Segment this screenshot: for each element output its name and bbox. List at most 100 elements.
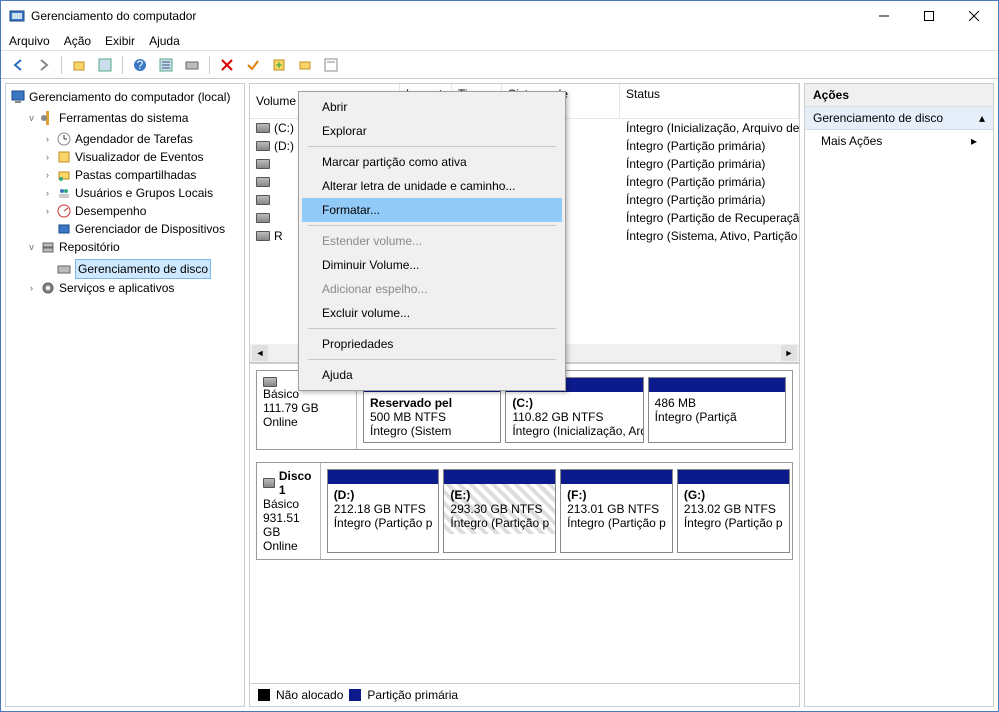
check-button[interactable] [242, 54, 264, 76]
delete-button[interactable] [216, 54, 238, 76]
actions-title: Ações [805, 84, 993, 107]
forward-button[interactable] [33, 54, 55, 76]
volume-icon [256, 141, 270, 151]
menu-item[interactable]: Marcar partição como ativa [302, 150, 562, 174]
partition-stripe [328, 470, 439, 484]
menu-help[interactable]: Ajuda [149, 34, 180, 48]
disk-icon [263, 377, 277, 387]
maximize-button[interactable] [906, 2, 951, 30]
nav-tree[interactable]: Gerenciamento do computador (local) v Fe… [5, 83, 245, 707]
tree-group-tools[interactable]: Ferramentas do sistema [59, 109, 188, 127]
close-button[interactable] [951, 2, 996, 30]
menu-bar: Arquivo Ação Exibir Ajuda [1, 31, 998, 51]
minimize-button[interactable] [861, 2, 906, 30]
services-icon [40, 280, 56, 296]
title-bar: Gerenciamento do computador [1, 1, 998, 31]
menu-file[interactable]: Arquivo [9, 34, 50, 48]
scan-button[interactable] [294, 54, 316, 76]
tree-root[interactable]: Gerenciamento do computador (local) [29, 88, 230, 106]
menu-item[interactable]: Formatar... [302, 198, 562, 222]
disk-icon[interactable] [181, 54, 203, 76]
tree-item[interactable]: Visualizador de Eventos [75, 148, 204, 166]
menu-separator [308, 225, 556, 226]
legend-primary: Partição primária [367, 688, 458, 702]
partition[interactable]: (G:)213.02 GB NTFSÍntegro (Partição p [677, 469, 790, 553]
collapse-icon: ▴ [979, 111, 985, 125]
expand-icon[interactable]: › [42, 170, 53, 181]
eventviewer-icon [56, 149, 72, 165]
disk-header: Disco 1 Básico931.51 GBOnline [257, 463, 321, 559]
svg-text:?: ? [137, 58, 144, 72]
menu-separator [308, 328, 556, 329]
partition[interactable]: (F:)213.01 GB NTFSÍntegro (Partição p [560, 469, 673, 553]
actions-more[interactable]: Mais Ações ▸ [805, 130, 993, 152]
disk-icon [263, 478, 275, 488]
col-status[interactable]: Status [620, 84, 799, 118]
volume-icon [256, 213, 270, 223]
view-button[interactable] [94, 54, 116, 76]
legend-unalloc: Não alocado [276, 688, 343, 702]
up-button[interactable] [68, 54, 90, 76]
legend-swatch-unalloc [258, 689, 270, 701]
users-icon [56, 185, 72, 201]
actions-panel: Ações Gerenciamento de disco ▴ Mais Açõe… [804, 83, 994, 707]
menu-item[interactable]: Diminuir Volume... [302, 253, 562, 277]
properties-button[interactable] [320, 54, 342, 76]
partition[interactable]: 486 MBÍntegro (Partiçã [648, 377, 786, 443]
tree-group-services[interactable]: Serviços e aplicativos [59, 279, 174, 297]
collapse-icon[interactable]: v [26, 113, 37, 124]
scheduler-icon [56, 131, 72, 147]
actions-section[interactable]: Gerenciamento de disco ▴ [805, 107, 993, 130]
menu-item[interactable]: Ajuda [302, 363, 562, 387]
expand-icon[interactable]: › [26, 283, 37, 294]
scroll-right-icon[interactable]: ► [781, 345, 797, 361]
refresh-button[interactable] [268, 54, 290, 76]
expand-icon[interactable]: › [42, 152, 53, 163]
device-icon [56, 221, 72, 237]
volume-icon [256, 159, 270, 169]
menu-separator [308, 146, 556, 147]
partition-stripe [678, 470, 789, 484]
expand-icon[interactable]: › [42, 134, 53, 145]
tree-group-storage[interactable]: Repositório [59, 238, 120, 256]
tree-item[interactable]: Pastas compartilhadas [75, 166, 196, 184]
app-icon [9, 8, 25, 24]
perf-icon [56, 203, 72, 219]
help-button[interactable]: ? [129, 54, 151, 76]
storage-icon [40, 239, 56, 255]
context-menu[interactable]: AbrirExplorarMarcar partição como ativaA… [298, 91, 566, 391]
tree-item[interactable]: Agendador de Tarefas [75, 130, 193, 148]
menu-action[interactable]: Ação [64, 34, 91, 48]
menu-item[interactable]: Explorar [302, 119, 562, 143]
scroll-left-icon[interactable]: ◄ [252, 345, 268, 361]
list-button[interactable] [155, 54, 177, 76]
collapse-icon[interactable]: v [26, 242, 37, 253]
menu-item[interactable]: Abrir [302, 95, 562, 119]
partition-stripe [444, 470, 555, 484]
partition-stripe [561, 470, 672, 484]
menu-item: Adicionar espelho... [302, 277, 562, 301]
partition[interactable]: (D:)212.18 GB NTFSÍntegro (Partição p [327, 469, 440, 553]
tree-item[interactable]: Gerenciador de Dispositivos [75, 220, 225, 238]
expand-icon[interactable]: › [42, 206, 53, 217]
expand-icon[interactable]: › [42, 188, 53, 199]
tree-item-diskmgmt[interactable]: Gerenciamento de disco [75, 259, 211, 279]
computer-icon [10, 89, 26, 105]
menu-view[interactable]: Exibir [105, 34, 135, 48]
menu-item[interactable]: Propriedades [302, 332, 562, 356]
tree-item[interactable]: Usuários e Grupos Locais [75, 184, 213, 202]
tree-item[interactable]: Desempenho [75, 202, 146, 220]
partition[interactable]: (E:)293.30 GB NTFSÍntegro (Partição p [443, 469, 556, 553]
disk-map[interactable]: Básico111.79 GBOnline Reservado pel500 M… [250, 364, 799, 683]
menu-item: Estender volume... [302, 229, 562, 253]
back-button[interactable] [7, 54, 29, 76]
shared-icon [56, 167, 72, 183]
partition-stripe [649, 378, 785, 392]
tools-icon [40, 110, 56, 126]
volume-icon [256, 123, 270, 133]
menu-item[interactable]: Excluir volume... [302, 301, 562, 325]
menu-item[interactable]: Alterar letra de unidade e caminho... [302, 174, 562, 198]
window-title: Gerenciamento do computador [31, 9, 196, 23]
main-panel: Volume Layout Tipo Sistema de Arquivos S… [249, 83, 800, 707]
volume-icon [256, 231, 270, 241]
